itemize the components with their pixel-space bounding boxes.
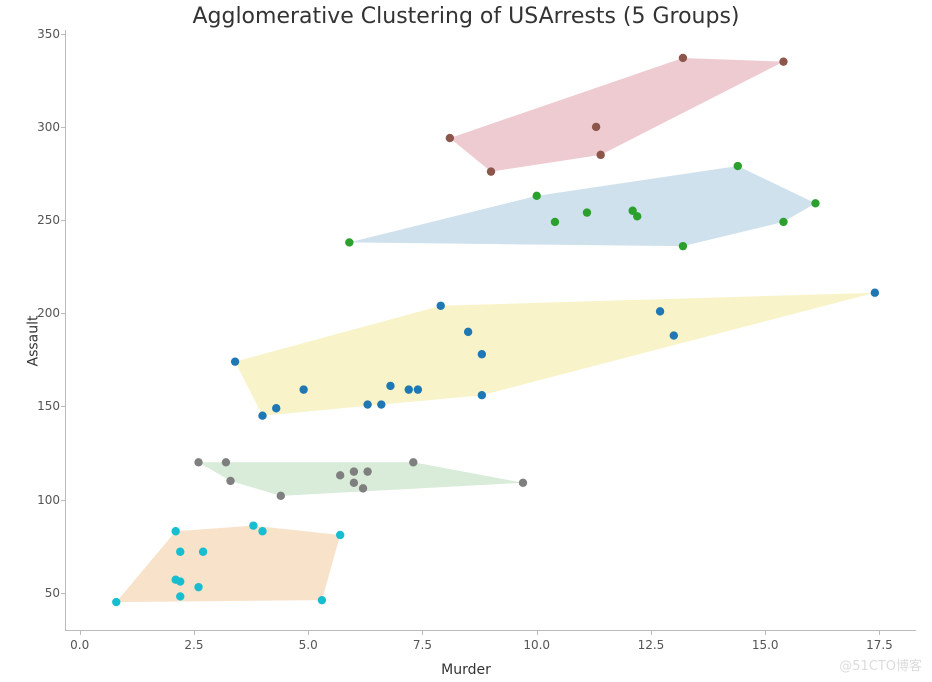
data-point: [336, 531, 344, 539]
cluster-hull: [450, 58, 784, 172]
data-point: [670, 331, 678, 339]
data-point: [679, 242, 687, 250]
y-tick-label: 350: [24, 27, 60, 41]
chart-title: Agglomerative Clustering of USArrests (5…: [0, 4, 932, 29]
data-point: [414, 385, 422, 393]
y-tick-mark: [61, 127, 66, 128]
plot-svg: [66, 30, 916, 630]
x-axis-label: Murder: [0, 662, 932, 678]
data-point: [811, 199, 819, 207]
data-point: [258, 527, 266, 535]
data-point: [176, 592, 184, 600]
data-point: [363, 467, 371, 475]
data-point: [231, 357, 239, 365]
y-tick-mark: [61, 406, 66, 407]
y-tick-mark: [61, 220, 66, 221]
x-tick-mark: [308, 630, 309, 635]
data-point: [194, 583, 202, 591]
data-point: [386, 382, 394, 390]
y-tick-label: 150: [24, 399, 60, 413]
y-tick-label: 100: [24, 493, 60, 507]
y-tick-mark: [61, 500, 66, 501]
data-point: [583, 208, 591, 216]
data-point: [633, 212, 641, 220]
y-tick-mark: [61, 34, 66, 35]
cluster-hull: [349, 166, 815, 246]
data-point: [871, 289, 879, 297]
data-point: [679, 54, 687, 62]
y-tick-label: 200: [24, 306, 60, 320]
data-point: [779, 218, 787, 226]
x-tick-mark: [879, 630, 880, 635]
data-point: [487, 167, 495, 175]
y-tick-mark: [61, 593, 66, 594]
data-point: [519, 479, 527, 487]
data-point: [363, 400, 371, 408]
data-point: [249, 521, 257, 529]
x-tick-mark: [194, 630, 195, 635]
data-point: [656, 307, 664, 315]
data-point: [112, 598, 120, 606]
data-point: [592, 123, 600, 131]
x-tick-mark: [651, 630, 652, 635]
cluster-hull: [235, 293, 875, 416]
data-point: [272, 404, 280, 412]
data-point: [551, 218, 559, 226]
chart-container: Agglomerative Clustering of USArrests (5…: [0, 0, 932, 682]
x-tick-label: 5.0: [299, 638, 318, 652]
data-point: [350, 479, 358, 487]
data-point: [779, 57, 787, 65]
data-point: [405, 385, 413, 393]
y-tick-label: 50: [24, 586, 60, 600]
data-point: [194, 458, 202, 466]
x-tick-label: 15.0: [752, 638, 779, 652]
data-point: [359, 484, 367, 492]
data-point: [222, 458, 230, 466]
data-point: [446, 134, 454, 142]
data-point: [258, 412, 266, 420]
watermark: @51CTO博客: [839, 655, 922, 674]
x-tick-mark: [537, 630, 538, 635]
x-tick-label: 17.5: [866, 638, 893, 652]
data-point: [171, 527, 179, 535]
y-tick-mark: [61, 313, 66, 314]
x-tick-mark: [80, 630, 81, 635]
data-point: [176, 548, 184, 556]
data-point: [734, 162, 742, 170]
data-point: [199, 548, 207, 556]
data-point: [478, 391, 486, 399]
x-tick-label: 10.0: [523, 638, 550, 652]
data-point: [350, 467, 358, 475]
y-tick-label: 300: [24, 120, 60, 134]
data-point: [318, 596, 326, 604]
data-point: [478, 350, 486, 358]
x-tick-label: 2.5: [184, 638, 203, 652]
y-tick-label: 250: [24, 213, 60, 227]
data-point: [437, 302, 445, 310]
data-point: [464, 328, 472, 336]
cluster-hull: [116, 526, 340, 602]
x-tick-mark: [765, 630, 766, 635]
data-point: [345, 238, 353, 246]
data-point: [377, 400, 385, 408]
data-point: [596, 151, 604, 159]
data-point: [336, 471, 344, 479]
data-point: [532, 192, 540, 200]
x-tick-label: 12.5: [638, 638, 665, 652]
data-point: [409, 458, 417, 466]
x-tick-label: 7.5: [413, 638, 432, 652]
x-tick-mark: [422, 630, 423, 635]
y-axis-label: Assault: [26, 316, 42, 367]
data-point: [277, 492, 285, 500]
data-point: [176, 577, 184, 585]
data-point: [226, 477, 234, 485]
data-point: [299, 385, 307, 393]
x-tick-label: 0.0: [70, 638, 89, 652]
plot-area: 0.02.55.07.510.012.515.017.5501001502002…: [65, 30, 916, 631]
